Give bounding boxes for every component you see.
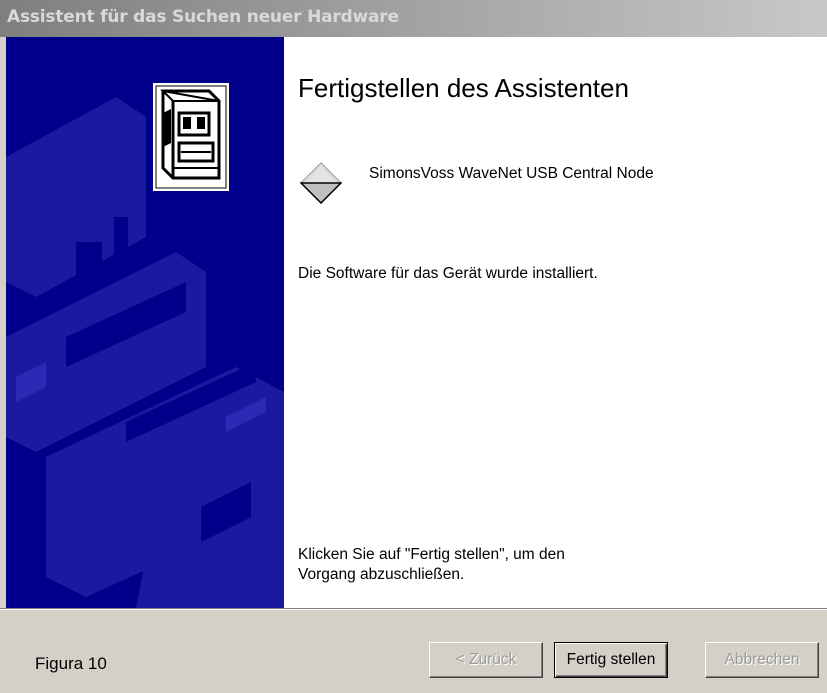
title-bar[interactable]: Assistent für das Suchen neuer Hardware xyxy=(0,0,827,37)
button-bar: Figura 10 < Zurück Fertig stellen Abbrec… xyxy=(0,610,827,693)
generic-device-icon xyxy=(299,162,343,205)
install-status-text: Die Software für das Gerät wurde install… xyxy=(298,265,598,282)
page-title: Fertigstellen des Assistenten xyxy=(298,73,629,103)
finish-button[interactable]: Fertig stellen xyxy=(554,642,668,678)
finish-instruction-line-2: Vorgang abzuschließen. xyxy=(298,566,465,583)
hardware-wizard-icon xyxy=(153,83,229,191)
content-panel: Fertigstellen des Assistenten SimonsVoss… xyxy=(284,37,827,608)
wizard-window: Assistent für das Suchen neuer Hardware xyxy=(0,0,827,693)
cancel-button[interactable]: Abbrechen xyxy=(705,642,819,678)
back-button[interactable]: < Zurück xyxy=(429,642,543,678)
side-panel xyxy=(6,37,284,608)
finish-instruction-line-1: Klicken Sie auf "Fertig stellen", um den xyxy=(298,546,565,563)
figure-caption: Figura 10 xyxy=(35,654,107,673)
side-panel-graphic xyxy=(6,97,284,608)
device-name: SimonsVoss WaveNet USB Central Node xyxy=(369,165,654,182)
window-title: Assistent für das Suchen neuer Hardware xyxy=(7,7,399,27)
finish-instruction: Klicken Sie auf "Fertig stellen", um den… xyxy=(298,545,565,585)
